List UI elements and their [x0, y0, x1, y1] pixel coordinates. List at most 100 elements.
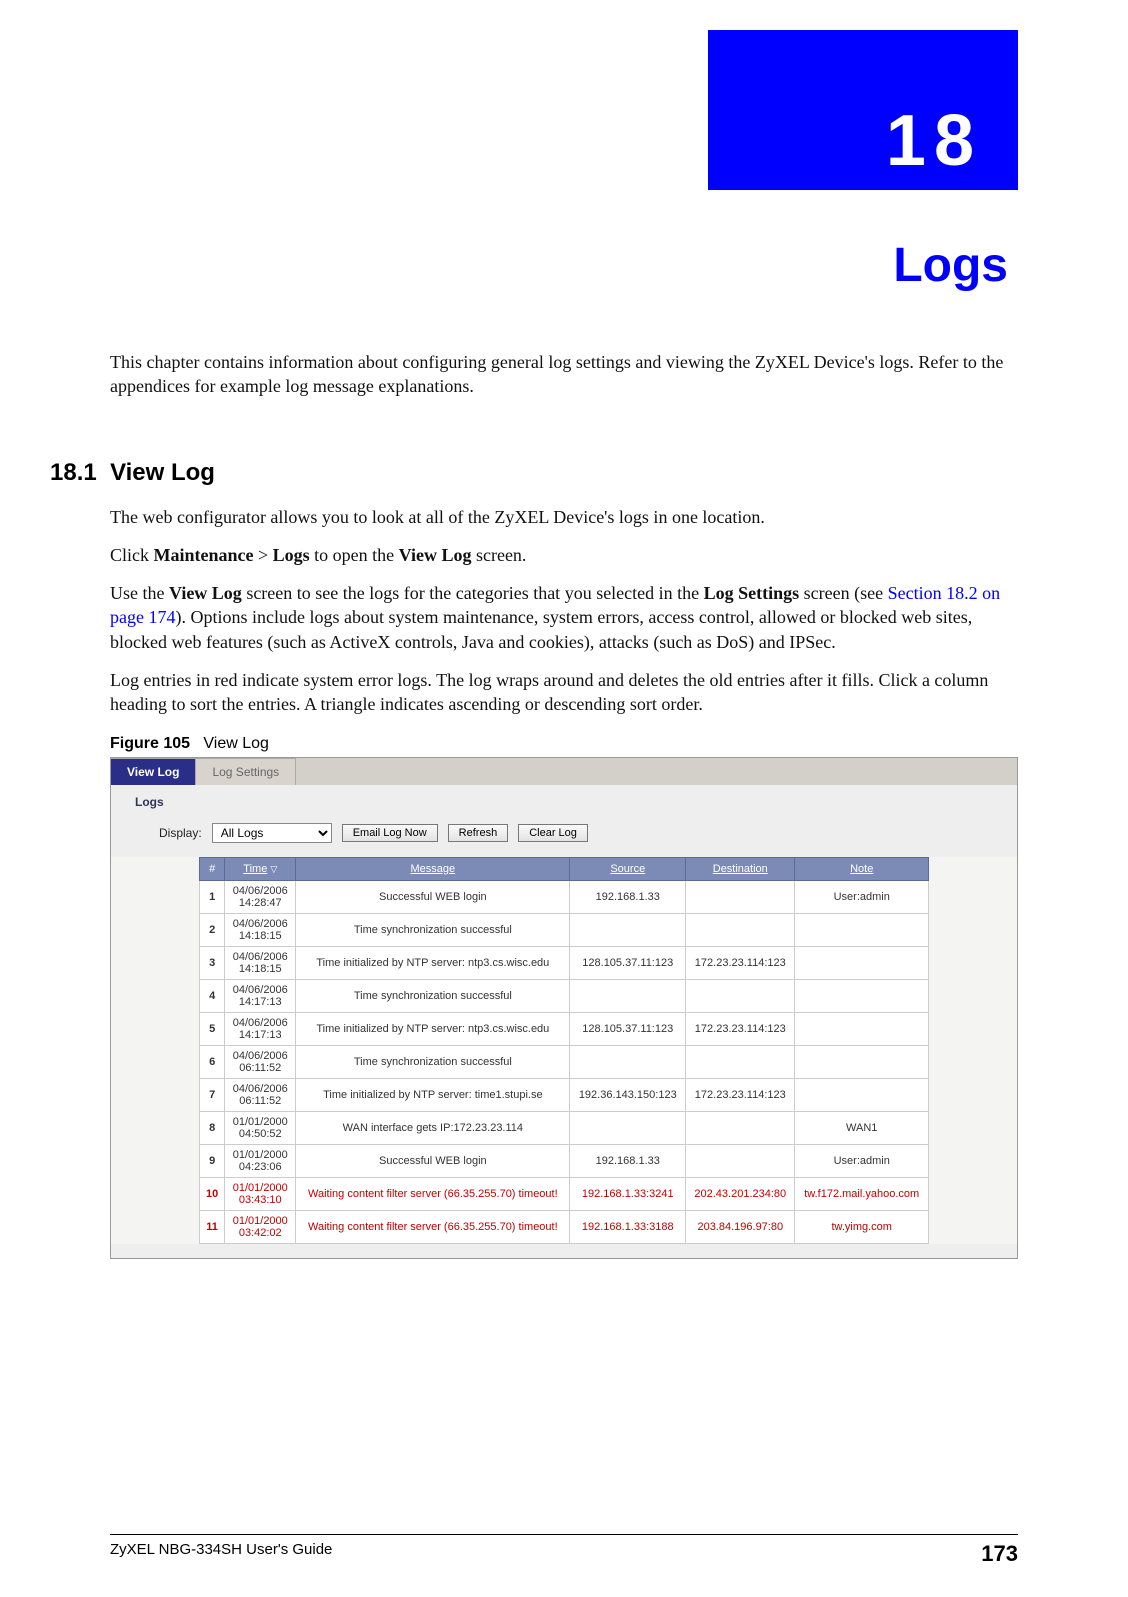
cell-time: 01/01/2000 04:23:06 — [225, 1144, 296, 1177]
cell-note — [795, 1078, 929, 1111]
cell-note — [795, 1012, 929, 1045]
log-table: # Time▽ Message Source Destination Note … — [199, 857, 929, 1244]
display-select[interactable]: All Logs — [212, 823, 332, 843]
table-row: 704/06/2006 06:11:52Time initialized by … — [200, 1078, 929, 1111]
cell-message: Time synchronization successful — [296, 979, 570, 1012]
cell-note — [795, 946, 929, 979]
cell-num: 5 — [200, 1012, 225, 1045]
table-row: 504/06/2006 14:17:13Time initialized by … — [200, 1012, 929, 1045]
cell-time: 01/01/2000 04:50:52 — [225, 1111, 296, 1144]
col-header-note[interactable]: Note — [795, 857, 929, 880]
table-row: 104/06/2006 14:28:47Successful WEB login… — [200, 880, 929, 913]
table-row: 1101/01/2000 03:42:02Waiting content fil… — [200, 1210, 929, 1243]
cell-destination: 172.23.23.114:123 — [686, 946, 795, 979]
text-fragment: Use the — [110, 583, 169, 603]
cell-source: 128.105.37.11:123 — [570, 946, 686, 979]
footer-page-number: 173 — [981, 1541, 1018, 1567]
cell-num: 9 — [200, 1144, 225, 1177]
nav-logs: Logs — [273, 545, 310, 565]
paragraph-2: Click Maintenance > Logs to open the Vie… — [110, 543, 1018, 567]
refresh-button[interactable]: Refresh — [448, 824, 509, 842]
cell-source: 192.168.1.33:3241 — [570, 1177, 686, 1210]
cell-destination — [686, 979, 795, 1012]
cell-source — [570, 1111, 686, 1144]
col-header-message[interactable]: Message — [296, 857, 570, 880]
table-row: 404/06/2006 14:17:13Time synchronization… — [200, 979, 929, 1012]
cell-num: 10 — [200, 1177, 225, 1210]
screen-name: Log Settings — [704, 583, 800, 603]
cell-message: WAN interface gets IP:172.23.23.114 — [296, 1111, 570, 1144]
cell-note — [795, 913, 929, 946]
page-footer: ZyXEL NBG-334SH User's Guide 173 — [110, 1534, 1018, 1567]
cell-time: 04/06/2006 06:11:52 — [225, 1078, 296, 1111]
cell-time: 04/06/2006 14:17:13 — [225, 979, 296, 1012]
table-row: 304/06/2006 14:18:15Time initialized by … — [200, 946, 929, 979]
cell-time: 04/06/2006 14:28:47 — [225, 880, 296, 913]
cell-message: Time initialized by NTP server: ntp3.cs.… — [296, 1012, 570, 1045]
cell-message: Time synchronization successful — [296, 913, 570, 946]
text-fragment: screen. — [471, 545, 526, 565]
cell-note: User:admin — [795, 880, 929, 913]
cell-time: 04/06/2006 14:17:13 — [225, 1012, 296, 1045]
cell-message: Time initialized by NTP server: ntp3.cs.… — [296, 946, 570, 979]
screenshot-view-log: View Log Log Settings Logs Display: All … — [110, 757, 1018, 1259]
email-log-now-button[interactable]: Email Log Now — [342, 824, 438, 842]
col-header-destination[interactable]: Destination — [686, 857, 795, 880]
section-heading: 18.1 View Log — [50, 459, 1018, 487]
col-header-time-label: Time — [243, 863, 267, 875]
cell-num: 4 — [200, 979, 225, 1012]
cell-source — [570, 913, 686, 946]
cell-destination: 203.84.196.97:80 — [686, 1210, 795, 1243]
clear-log-button[interactable]: Clear Log — [518, 824, 588, 842]
text-fragment: screen (see — [799, 583, 887, 603]
figure-label: Figure 105 — [110, 735, 190, 752]
cell-destination — [686, 880, 795, 913]
cell-source: 128.105.37.11:123 — [570, 1012, 686, 1045]
cell-time: 04/06/2006 14:18:15 — [225, 946, 296, 979]
col-header-source[interactable]: Source — [570, 857, 686, 880]
cell-note: tw.yimg.com — [795, 1210, 929, 1243]
text-fragment: Click — [110, 545, 154, 565]
cell-destination: 172.23.23.114:123 — [686, 1012, 795, 1045]
cell-source — [570, 1045, 686, 1078]
cell-message: Successful WEB login — [296, 1144, 570, 1177]
figure-title: View Log — [203, 735, 269, 752]
cell-source: 192.168.1.33:3188 — [570, 1210, 686, 1243]
cell-message: Waiting content filter server (66.35.255… — [296, 1177, 570, 1210]
cell-source: 192.168.1.33 — [570, 880, 686, 913]
cell-destination: 202.43.201.234:80 — [686, 1177, 795, 1210]
controls-row: Display: All Logs Email Log Now Refresh … — [111, 813, 1017, 857]
cell-note: User:admin — [795, 1144, 929, 1177]
cell-message: Time initialized by NTP server: time1.st… — [296, 1078, 570, 1111]
paragraph-4: Log entries in red indicate system error… — [110, 668, 1018, 717]
table-header-row: # Time▽ Message Source Destination Note — [200, 857, 929, 880]
cell-source — [570, 979, 686, 1012]
cell-num: 7 — [200, 1078, 225, 1111]
chapter-number: 18 — [886, 100, 982, 182]
screen-name: View Log — [399, 545, 472, 565]
screen-name: View Log — [169, 583, 242, 603]
tab-bar: View Log Log Settings — [111, 758, 1017, 785]
cell-num: 3 — [200, 946, 225, 979]
tab-view-log[interactable]: View Log — [111, 758, 196, 785]
text-fragment: screen to see the logs for the categorie… — [242, 583, 704, 603]
table-row: 204/06/2006 14:18:15Time synchronization… — [200, 913, 929, 946]
col-header-time[interactable]: Time▽ — [225, 857, 296, 880]
cell-note: WAN1 — [795, 1111, 929, 1144]
cell-destination — [686, 1144, 795, 1177]
cell-time: 01/01/2000 03:42:02 — [225, 1210, 296, 1243]
cell-time: 04/06/2006 14:18:15 — [225, 913, 296, 946]
figure-caption: Figure 105 View Log — [110, 735, 1018, 753]
cell-destination — [686, 1111, 795, 1144]
table-row: 801/01/2000 04:50:52WAN interface gets I… — [200, 1111, 929, 1144]
cell-destination — [686, 1045, 795, 1078]
cell-source: 192.168.1.33 — [570, 1144, 686, 1177]
text-fragment: > — [253, 545, 272, 565]
group-label-logs: Logs — [111, 785, 1017, 813]
tab-log-settings[interactable]: Log Settings — [196, 758, 296, 785]
col-header-num[interactable]: # — [200, 857, 225, 880]
cell-destination — [686, 913, 795, 946]
chapter-title: Logs — [893, 238, 1008, 293]
nav-maintenance: Maintenance — [154, 545, 254, 565]
cell-note: tw.f172.mail.yahoo.com — [795, 1177, 929, 1210]
